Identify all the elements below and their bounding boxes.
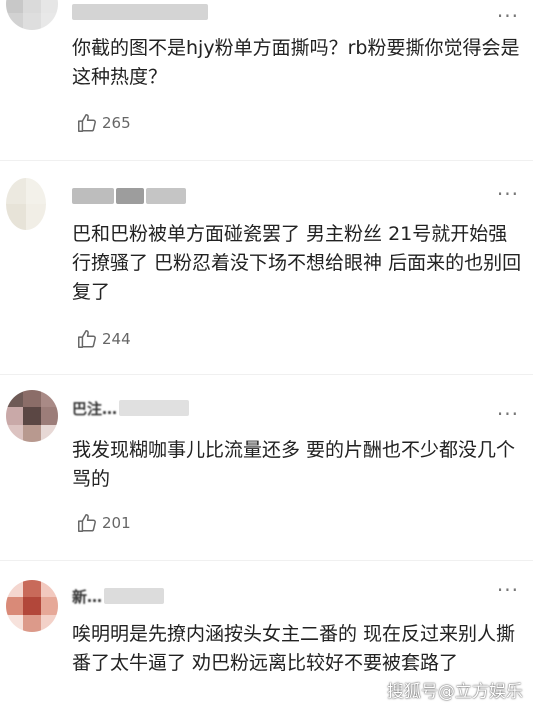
thumbs-up-icon xyxy=(78,514,96,532)
like-count: 201 xyxy=(102,514,131,532)
like-count: 244 xyxy=(102,330,131,348)
divider xyxy=(0,560,533,561)
like-count: 265 xyxy=(102,114,131,132)
thumbs-up-icon xyxy=(78,330,96,348)
avatar[interactable] xyxy=(6,580,58,632)
comment-text: 唉明明是先撩内涵按头女主二番的 现在反过来别人撕番了太牛逼了 劝巴粉远离比较好不… xyxy=(72,623,516,674)
like-button[interactable]: 244 xyxy=(76,328,131,350)
username-partial: 新… xyxy=(72,587,103,606)
avatar[interactable] xyxy=(6,0,58,30)
comment-text: 巴和巴粉被单方面碰瓷罢了 男主粉丝 21号就开始强行撩骚了 巴粉忍着没下场不想给… xyxy=(72,223,522,303)
watermark: 搜狐号@立方娱乐 xyxy=(387,682,523,702)
thumbs-up-icon xyxy=(78,114,96,132)
avatar[interactable] xyxy=(6,178,46,230)
username-blurred[interactable]: 新… xyxy=(72,586,165,606)
more-dots-icon[interactable]: ··· xyxy=(497,6,519,26)
username-blurred[interactable] xyxy=(72,186,186,206)
like-button[interactable]: 265 xyxy=(76,112,131,134)
comment-text: 我发现糊咖事儿比流量还多 要的片酬也不少都没几个骂的 xyxy=(72,439,516,490)
more-dots-icon[interactable]: ··· xyxy=(497,184,519,204)
divider xyxy=(0,374,533,375)
comment-text: 你截的图不是hjy粉单方面撕吗？rb粉要撕你觉得会是这种热度？ xyxy=(72,37,520,88)
username-blurred[interactable] xyxy=(72,2,208,22)
username-partial: 巴注… xyxy=(72,399,118,418)
like-button[interactable]: 201 xyxy=(76,512,131,534)
more-dots-icon[interactable]: ··· xyxy=(497,404,519,424)
avatar[interactable] xyxy=(6,390,58,442)
username-blurred[interactable]: 巴注… xyxy=(72,398,190,418)
more-dots-icon[interactable]: ··· xyxy=(497,580,519,600)
divider xyxy=(0,160,533,161)
